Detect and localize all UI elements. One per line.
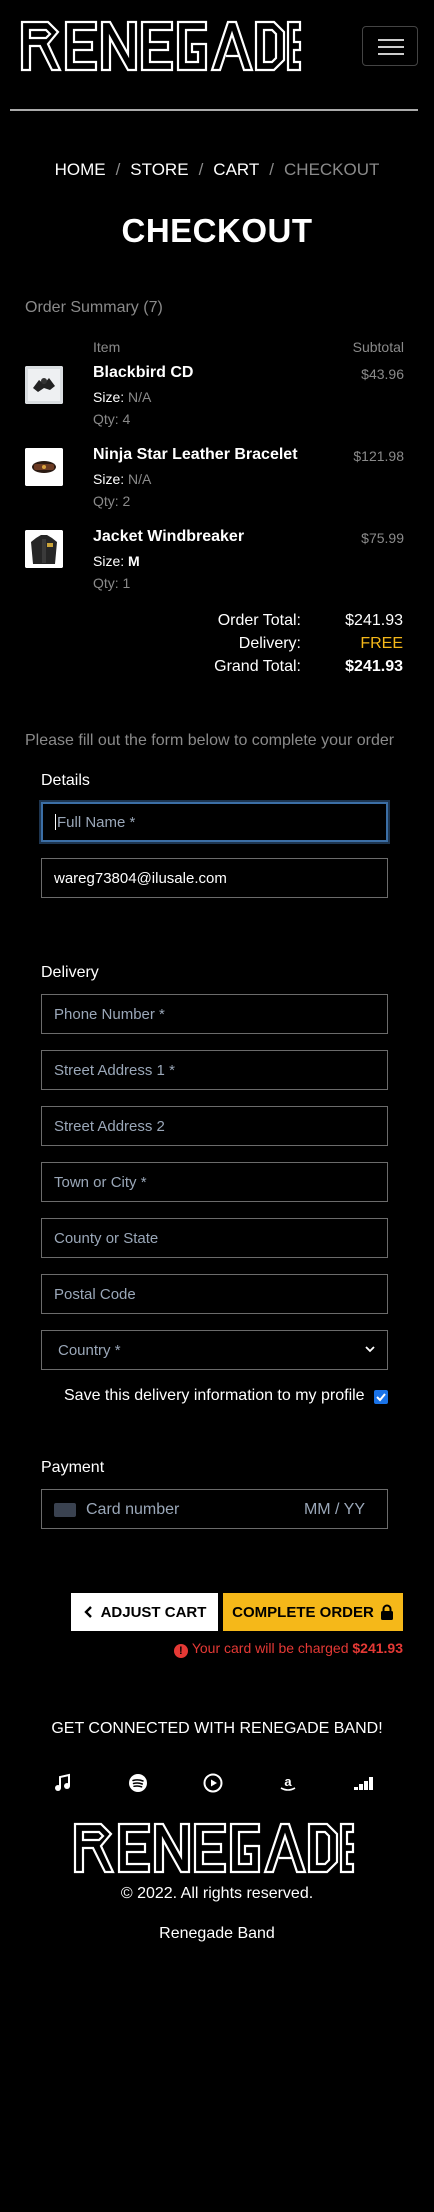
chevron-down-icon [365,1346,375,1353]
grand-total-label: Grand Total: [214,658,301,675]
item-name[interactable]: Jacket Windbreaker [93,528,244,546]
breadcrumb-store[interactable]: STORE [130,160,188,179]
music-note-icon[interactable] [52,1772,74,1794]
order-item: Jacket Windbreaker Size: M Qty: 1 $75.99 [0,528,434,606]
get-connected-heading: GET CONNECTED WITH RENEGADE BAND! [51,1720,383,1737]
spotify-icon[interactable] [127,1772,149,1794]
breadcrumb-checkout: CHECKOUT [284,160,380,179]
form-intro-text: Please fill out the form below to comple… [25,732,395,749]
item-size: Size: N/A [93,471,152,487]
item-quantity: Qty: 1 [93,575,131,591]
email-input[interactable]: wareg73804@ilusale.com [41,858,388,898]
save-delivery-label: Save this delivery information to my pro… [64,1387,365,1404]
item-subtotal: $121.98 [353,448,404,464]
card-number-field[interactable]: Card number [86,1501,179,1519]
breadcrumb-cart[interactable]: CART [213,160,259,179]
country-select[interactable]: Country * [41,1330,388,1370]
item-quantity: Qty: 4 [93,411,131,427]
renegade-footer-logo[interactable] [71,1820,355,1876]
chevron-left-icon [83,1606,92,1618]
product-thumbnail[interactable] [25,366,63,404]
checkmark-icon [376,1393,386,1402]
order-item: Ninja Star Leather Bracelet Size: N/A Qt… [0,446,434,524]
menu-toggle-button[interactable] [362,26,418,66]
order-item: Blackbird CD Size: N/A Qty: 4 $43.96 [0,364,434,442]
copyright-text: © 2022. All rights reserved. [120,1885,314,1902]
item-subtotal: $75.99 [361,530,404,546]
delivery-heading: Delivery [41,964,99,981]
card-expiry-field[interactable]: MM / YY [304,1501,365,1519]
town-city-input[interactable]: Town or City * [41,1162,388,1202]
site-header [0,0,434,112]
payment-heading: Payment [41,1459,105,1476]
youtube-music-icon[interactable] [202,1772,224,1794]
item-size: Size: N/A [93,389,152,405]
amazon-icon[interactable]: a [277,1772,299,1794]
phone-input[interactable]: Phone Number * [41,994,388,1034]
order-summary-title: Order Summary (7) [25,299,163,316]
item-column-header: Item [93,339,121,355]
item-size: Size: M [93,553,140,569]
header-divider [10,109,418,111]
save-delivery-checkbox[interactable] [374,1390,388,1404]
full-name-input[interactable]: Full Name * [41,802,388,842]
product-thumbnail[interactable] [25,530,63,568]
breadcrumb: HOME / STORE / CART / CHECKOUT [54,160,380,179]
charge-notice: ! Your card will be charged $241.93 [173,1640,403,1658]
street-address-1-input[interactable]: Street Address 1 * [41,1050,388,1090]
card-input[interactable]: Card number MM / YY [41,1489,388,1529]
hamburger-icon [378,39,404,41]
product-thumbnail[interactable] [25,448,63,486]
lock-icon [380,1604,393,1620]
street-address-2-input[interactable]: Street Address 2 [41,1106,388,1146]
item-subtotal: $43.96 [361,366,404,382]
delivery-label: Delivery: [238,635,301,652]
social-links: a [0,1772,434,1796]
renegade-logo[interactable] [18,18,302,74]
item-quantity: Qty: 2 [93,493,131,509]
page-title: CHECKOUT [121,212,313,249]
breadcrumb-home[interactable]: HOME [55,160,106,179]
county-state-input[interactable]: County or State [41,1218,388,1258]
complete-order-button[interactable]: COMPLETE ORDER [223,1593,403,1631]
order-total-value: $241.93 [345,612,403,629]
delivery-value: FREE [360,635,403,652]
warning-icon: ! [173,1644,188,1658]
credit-card-icon [54,1503,76,1517]
grand-total-value: $241.93 [345,658,403,675]
band-name: Renegade Band [159,1925,275,1942]
svg-text:a: a [284,1774,292,1789]
deezer-icon[interactable] [352,1772,374,1794]
postal-code-input[interactable]: Postal Code [41,1274,388,1314]
details-heading: Details [41,772,90,789]
item-name[interactable]: Blackbird CD [93,364,193,382]
item-name[interactable]: Ninja Star Leather Bracelet [93,446,298,464]
subtotal-column-header: Subtotal [352,339,404,355]
text-caret [55,814,56,830]
adjust-cart-button[interactable]: ADJUST CART [71,1593,218,1631]
order-total-label: Order Total: [217,612,301,629]
